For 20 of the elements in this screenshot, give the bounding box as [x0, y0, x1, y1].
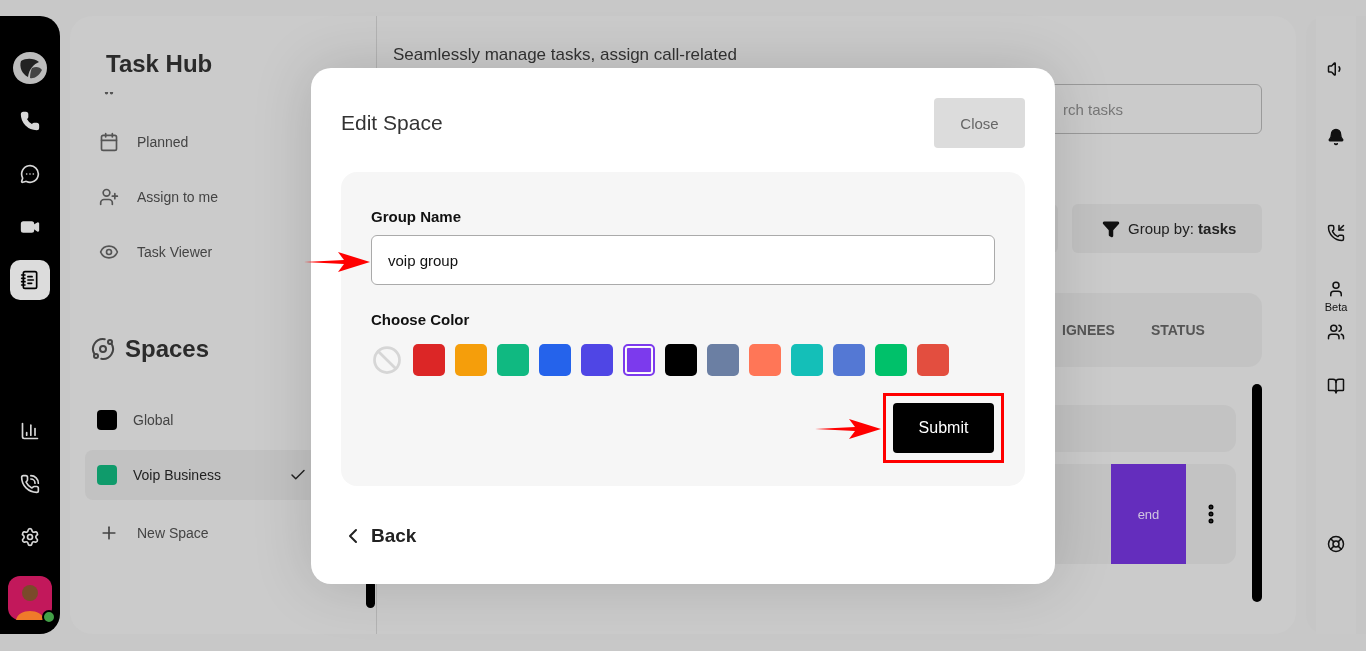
field-label: Choose Color — [371, 311, 471, 328]
nav-item[interactable]: Planned — [137, 133, 189, 150]
column-header: IGNEES — [1062, 322, 1115, 338]
group-by-button[interactable]: Group by: tasks — [1072, 204, 1262, 253]
beta-label: Beta — [1324, 301, 1348, 313]
dialog-title: Edit Space — [341, 111, 443, 135]
status-cell: end — [1111, 464, 1186, 564]
group-name-field[interactable]: voip group — [371, 235, 995, 285]
field-label: Group Name — [371, 208, 462, 225]
intro-text: Seamlessly manage tasks, assign call-related — [393, 44, 737, 65]
submit-button[interactable]: Submit — [893, 403, 994, 453]
back-link[interactable]: Back — [371, 525, 417, 547]
space-item[interactable]: Global — [85, 395, 376, 445]
close-button[interactable]: Close — [934, 98, 1025, 148]
spaces-title: Spaces — [125, 335, 210, 363]
nav-item[interactable]: Task Viewer — [137, 243, 213, 260]
sidebar-title: Task Hub — [106, 50, 214, 78]
nav-item[interactable]: Assign to me — [137, 188, 218, 205]
column-header: STATUS — [1150, 322, 1205, 338]
new-space-link[interactable]: New Space — [137, 524, 209, 541]
